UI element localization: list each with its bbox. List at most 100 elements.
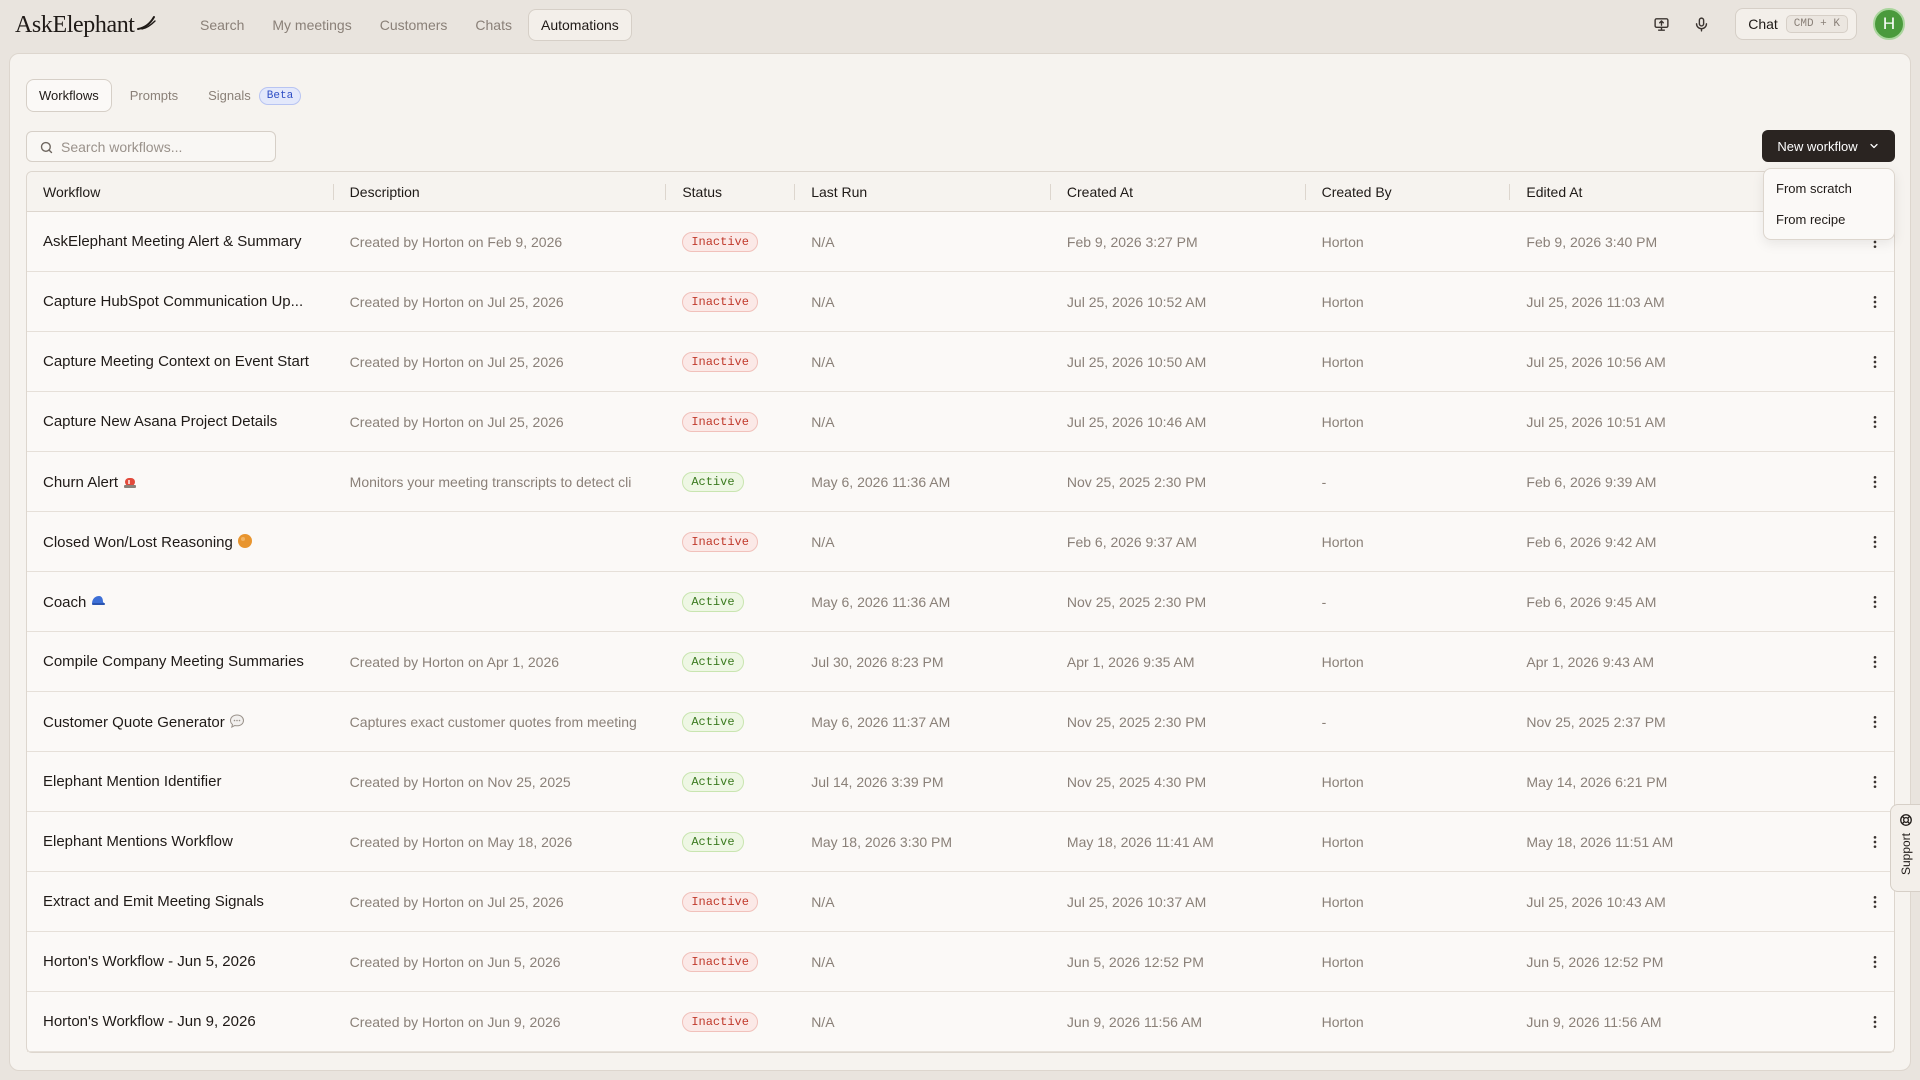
more-vertical-icon bbox=[1873, 415, 1877, 428]
status-cell: Active bbox=[666, 831, 795, 852]
edited-at: Jun 5, 2026 12:52 PM bbox=[1526, 953, 1664, 970]
user-avatar[interactable]: H bbox=[1873, 8, 1905, 40]
table-row[interactable]: Churn Alert Monitors your meeting transcr… bbox=[27, 452, 1894, 512]
workflow-name-cell[interactable]: Horton's Workflow - Jun 5, 2026 bbox=[27, 953, 334, 970]
created-by: Horton bbox=[1321, 653, 1364, 670]
main-nav: Search My meetings Customers Chats Automatio… bbox=[188, 9, 632, 41]
workflow-name-cell[interactable]: Capture New Asana Project Details bbox=[27, 413, 334, 430]
column-header-created-at[interactable]: Created At bbox=[1051, 172, 1306, 212]
edited-at: May 14, 2026 6:21 PM bbox=[1526, 773, 1668, 790]
row-actions-button[interactable] bbox=[1840, 834, 1894, 850]
tab-workflows[interactable]: Workflows bbox=[26, 79, 112, 112]
workflow-name: Elephant Mentions Workflow bbox=[43, 833, 233, 850]
last-run: Jul 30, 2026 8:23 PM bbox=[811, 653, 944, 670]
column-header-label: Created At bbox=[1066, 183, 1134, 200]
workflow-name-cell[interactable]: Horton's Workflow - Jun 9, 2026 bbox=[27, 1013, 334, 1030]
last-run: N/A bbox=[811, 233, 835, 250]
table-row[interactable]: Horton's Workflow - Jun 5, 2026 Created b… bbox=[27, 932, 1894, 992]
row-actions-button[interactable] bbox=[1840, 1014, 1894, 1030]
table-row[interactable]: Elephant Mention Identifier Created by Ho… bbox=[27, 752, 1894, 812]
new-workflow-label: New workflow bbox=[1777, 138, 1858, 154]
table-header: Workflow Description Status Last Run Created… bbox=[27, 172, 1894, 212]
brand-logo[interactable]: AskElephant bbox=[15, 12, 156, 39]
nav-customers[interactable]: Customers bbox=[368, 9, 460, 41]
chat-label: Chat bbox=[1748, 16, 1778, 32]
microphone-button[interactable] bbox=[1685, 8, 1717, 40]
last-run: N/A bbox=[811, 533, 835, 550]
siren-icon bbox=[122, 473, 138, 489]
table-row[interactable]: Compile Company Meeting Summaries Created… bbox=[27, 632, 1894, 692]
last-run: N/A bbox=[811, 1013, 835, 1030]
workflow-name: Capture New Asana Project Details bbox=[43, 413, 278, 430]
row-actions-button[interactable] bbox=[1840, 954, 1894, 970]
row-actions-button[interactable] bbox=[1840, 774, 1894, 790]
workflow-description: Created by Horton on Jun 5, 2026 bbox=[349, 953, 561, 970]
nav-search[interactable]: Search bbox=[188, 9, 256, 41]
workflow-name-cell[interactable]: Compile Company Meeting Summaries bbox=[27, 653, 334, 670]
tab-signals[interactable]: Signals Beta bbox=[196, 79, 313, 112]
row-actions-button[interactable] bbox=[1840, 294, 1894, 310]
row-actions-button[interactable] bbox=[1840, 894, 1894, 910]
more-vertical-icon bbox=[1873, 1015, 1877, 1028]
table-row[interactable]: Extract and Emit Meeting Signals Created … bbox=[27, 872, 1894, 932]
row-actions-button[interactable] bbox=[1840, 714, 1894, 730]
workflow-name-cell[interactable]: Extract and Emit Meeting Signals bbox=[27, 893, 334, 910]
tab-label: Workflows bbox=[39, 88, 99, 103]
column-header-created-by[interactable]: Created By bbox=[1306, 172, 1511, 212]
chat-shortcut: CMD + K bbox=[1785, 15, 1848, 33]
workflow-name-cell[interactable]: Customer Quote Generator bbox=[27, 713, 334, 731]
search-box[interactable] bbox=[26, 131, 276, 162]
table-row[interactable]: Closed Won/Lost Reasoning Inactive N/A Feb … bbox=[27, 512, 1894, 572]
column-header-last-run[interactable]: Last Run bbox=[795, 172, 1051, 212]
workflow-description: Created by Horton on May 18, 2026 bbox=[349, 833, 573, 850]
workflow-name-cell[interactable]: Closed Won/Lost Reasoning bbox=[27, 533, 334, 551]
row-actions-button[interactable] bbox=[1840, 594, 1894, 610]
column-header-workflow[interactable]: Workflow bbox=[27, 172, 334, 212]
status-cell: Inactive bbox=[666, 1011, 795, 1032]
table-row[interactable]: Elephant Mentions Workflow Created by Hor… bbox=[27, 812, 1894, 872]
workflow-name-cell[interactable]: Elephant Mention Identifier bbox=[27, 773, 334, 790]
table-row[interactable]: Horton's Workflow - Jun 9, 2026 Created b… bbox=[27, 992, 1894, 1052]
row-actions-button[interactable] bbox=[1840, 354, 1894, 370]
workflow-name-cell[interactable]: Capture HubSpot Communication Up... bbox=[27, 293, 334, 310]
column-header-description[interactable]: Description bbox=[334, 172, 667, 212]
row-actions-button[interactable] bbox=[1840, 414, 1894, 430]
edited-at: Apr 1, 2026 9:43 AM bbox=[1526, 653, 1655, 670]
row-actions-button[interactable] bbox=[1840, 474, 1894, 490]
nav-chats[interactable]: Chats bbox=[463, 9, 524, 41]
new-workflow-button[interactable]: New workflow bbox=[1762, 130, 1895, 162]
table-row[interactable]: Coach Active May 6, 2026 11:36 AM Nov 25, 2… bbox=[27, 572, 1894, 632]
column-header-status[interactable]: Status bbox=[666, 172, 796, 212]
nav-my-meetings[interactable]: My meetings bbox=[260, 9, 363, 41]
workflow-name-cell[interactable]: Churn Alert bbox=[27, 473, 334, 491]
workflow-name-cell[interactable]: Coach bbox=[27, 593, 334, 611]
chat-button[interactable]: Chat CMD + K bbox=[1735, 8, 1857, 40]
nav-automations[interactable]: Automations bbox=[527, 9, 632, 41]
column-header-label: Last Run bbox=[811, 183, 868, 200]
search-input[interactable] bbox=[61, 138, 261, 155]
table-row[interactable]: Customer Quote Generator Captures exact c… bbox=[27, 692, 1894, 752]
menu-item-from-scratch[interactable]: From scratch bbox=[1768, 173, 1890, 204]
workflows-table: Workflow Description Status Last Run Created… bbox=[26, 171, 1895, 1053]
table-row[interactable]: Capture Meeting Context on Event Start Cr… bbox=[27, 332, 1894, 392]
workflow-name-cell[interactable]: Elephant Mentions Workflow bbox=[27, 833, 334, 850]
status-cell: Active bbox=[666, 651, 795, 672]
more-vertical-icon bbox=[1873, 535, 1877, 548]
workflow-name-cell[interactable]: AskElephant Meeting Alert & Summary bbox=[27, 233, 334, 250]
status-cell: Active bbox=[666, 771, 795, 792]
table-row[interactable]: Capture New Asana Project Details Created… bbox=[27, 392, 1894, 452]
support-tab[interactable]: Support bbox=[1890, 804, 1920, 892]
support-label: Support bbox=[1898, 833, 1913, 876]
created-at: May 18, 2026 11:41 AM bbox=[1066, 833, 1214, 850]
table-row[interactable]: AskElephant Meeting Alert & Summary Creat… bbox=[27, 212, 1894, 272]
row-actions-button[interactable] bbox=[1840, 654, 1894, 670]
workflow-name-cell[interactable]: Capture Meeting Context on Event Start bbox=[27, 353, 334, 370]
screen-share-button[interactable] bbox=[1645, 8, 1677, 40]
table-row[interactable]: Capture HubSpot Communication Up... Creat… bbox=[27, 272, 1894, 332]
status-badge: Active bbox=[682, 591, 744, 612]
status-badge: Inactive bbox=[682, 531, 758, 552]
tab-prompts[interactable]: Prompts bbox=[118, 79, 190, 112]
menu-item-from-recipe[interactable]: From recipe bbox=[1768, 204, 1890, 235]
row-actions-button[interactable] bbox=[1840, 534, 1894, 550]
workflow-name: AskElephant Meeting Alert & Summary bbox=[43, 233, 302, 250]
